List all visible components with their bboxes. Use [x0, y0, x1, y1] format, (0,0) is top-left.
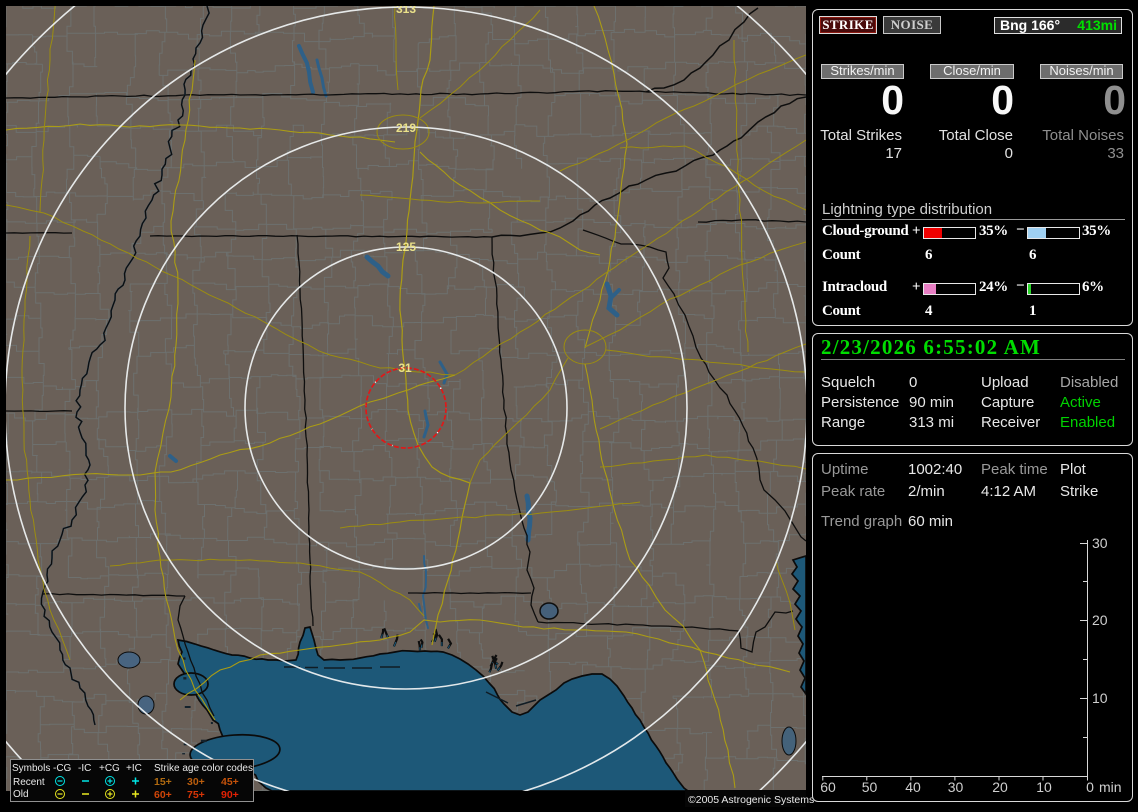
svg-text:30: 30	[1092, 535, 1108, 551]
svg-text:219: 219	[396, 121, 416, 135]
svg-text:31: 31	[398, 361, 412, 375]
svg-text:10: 10	[1036, 779, 1052, 795]
svg-text:20: 20	[992, 779, 1008, 795]
svg-text:Strike age color codes: Strike age color codes	[154, 763, 253, 774]
svg-text:Symbols: Symbols	[12, 763, 50, 774]
svg-text:90+: 90+	[221, 789, 239, 801]
svg-text:min: min	[1099, 779, 1122, 795]
svg-text:60: 60	[820, 779, 836, 795]
svg-text:Recent: Recent	[13, 777, 45, 788]
svg-text:30: 30	[948, 779, 964, 795]
svg-text:50: 50	[862, 779, 878, 795]
svg-text:+CG: +CG	[99, 763, 120, 774]
svg-text:60+: 60+	[154, 789, 172, 801]
svg-text:©2005 Astrogenic Systems: ©2005 Astrogenic Systems	[688, 794, 814, 806]
svg-text:-IC: -IC	[78, 763, 91, 774]
svg-text:20: 20	[1092, 612, 1108, 628]
svg-text:10: 10	[1092, 690, 1108, 706]
svg-text:75+: 75+	[187, 789, 205, 801]
svg-text:45+: 45+	[221, 776, 239, 788]
svg-text:30+: 30+	[187, 776, 205, 788]
svg-text:15+: 15+	[154, 776, 172, 788]
svg-text:0: 0	[1086, 779, 1094, 795]
svg-text:40: 40	[905, 779, 921, 795]
svg-text:125: 125	[396, 240, 416, 254]
svg-text:Old: Old	[13, 789, 29, 800]
svg-text:+IC: +IC	[126, 763, 142, 774]
svg-text:-CG: -CG	[53, 763, 72, 774]
